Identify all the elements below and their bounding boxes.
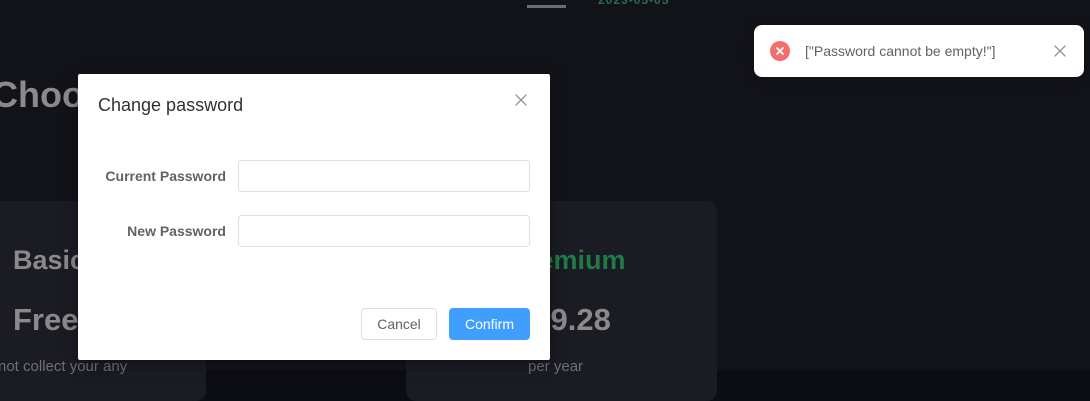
date-label: 2023-05-05 — [598, 0, 670, 7]
cancel-button[interactable]: Cancel — [361, 308, 437, 340]
current-password-label: Current Password — [105, 168, 226, 184]
current-password-row: Current Password — [78, 160, 550, 192]
plan-note: not collect your any — [0, 358, 128, 375]
change-password-dialog: Change password Current Password New Pas… — [78, 74, 550, 360]
error-circle-icon — [770, 41, 790, 61]
current-password-field[interactable] — [238, 160, 530, 192]
error-notification: ["Password cannot be empty!"] — [754, 25, 1084, 77]
new-password-label: New Password — [127, 223, 226, 239]
new-password-field[interactable] — [238, 215, 530, 247]
new-password-row: New Password — [78, 215, 550, 247]
plan-price: Free — [13, 302, 79, 337]
confirm-button[interactable]: Confirm — [449, 308, 530, 340]
close-icon[interactable] — [513, 92, 529, 108]
notification-message: ["Password cannot be empty!"] — [805, 43, 996, 59]
tab-indicator — [527, 5, 566, 8]
plan-name: Basic — [13, 245, 86, 275]
plan-note: per year — [528, 358, 584, 375]
dialog-title: Change password — [98, 95, 244, 115]
close-icon[interactable] — [1053, 44, 1067, 58]
